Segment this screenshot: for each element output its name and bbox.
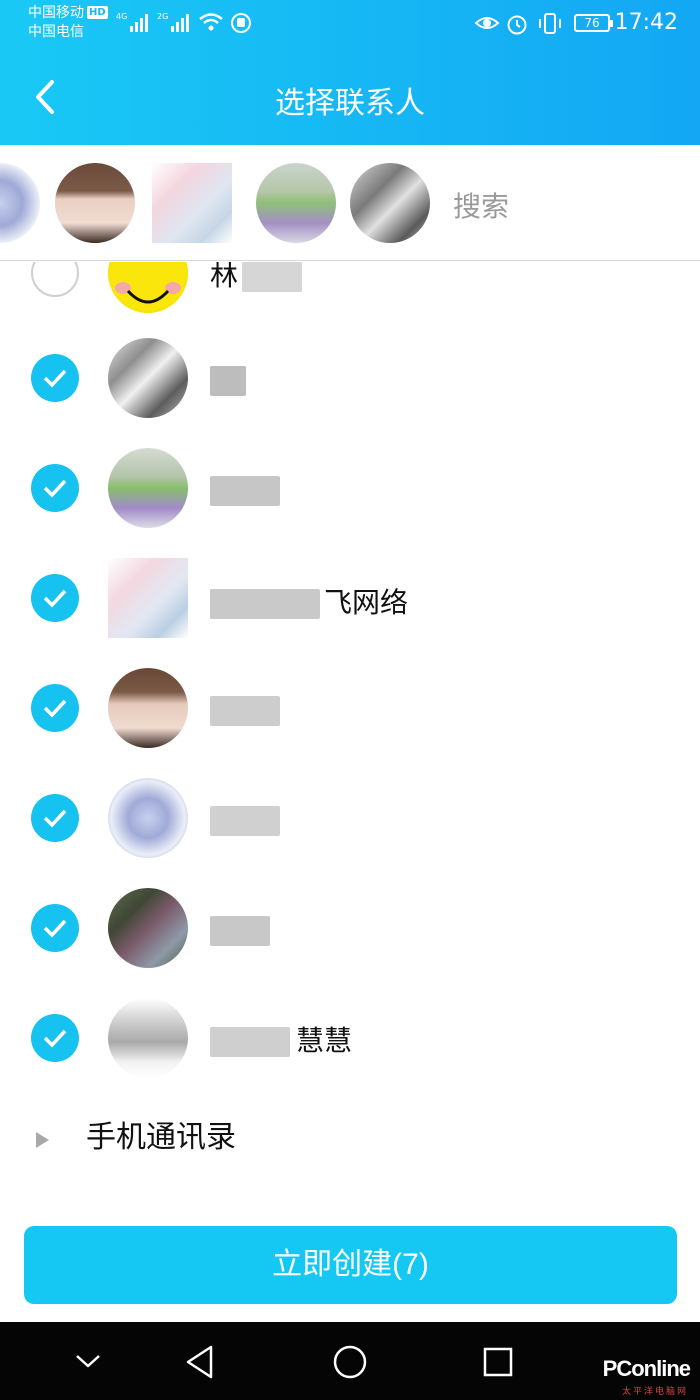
- avatar: [108, 558, 188, 638]
- list-item[interactable]: [0, 433, 700, 543]
- checked-icon[interactable]: [31, 684, 79, 732]
- contact-name: 林: [210, 262, 303, 294]
- svg-text:4G: 4G: [116, 12, 127, 21]
- hand-icon: [231, 13, 251, 33]
- selected-avatar[interactable]: [152, 163, 232, 243]
- avatar: [108, 888, 188, 968]
- avatar: [108, 998, 188, 1078]
- back-nav-icon[interactable]: [183, 1344, 217, 1380]
- checked-icon[interactable]: [31, 574, 79, 622]
- phone-contacts-group[interactable]: 手机通讯录: [0, 1090, 700, 1180]
- eye-icon: [474, 17, 500, 29]
- avatar: [108, 668, 188, 748]
- signal-4g-icon: 4G: [116, 12, 148, 32]
- avatar: [108, 338, 188, 418]
- list-item[interactable]: 飞网络: [0, 543, 700, 653]
- selected-avatar[interactable]: [55, 163, 135, 243]
- avatar: [108, 778, 188, 858]
- checked-icon[interactable]: [31, 794, 79, 842]
- watermark-logo: PConline: [602, 1356, 691, 1381]
- checked-icon[interactable]: [31, 1014, 79, 1062]
- battery-indicator: 76: [574, 14, 613, 32]
- contact-name: [210, 363, 246, 396]
- selected-avatar[interactable]: [350, 163, 430, 243]
- contact-name: [210, 913, 270, 946]
- checked-icon[interactable]: [31, 904, 79, 952]
- watermark-subtitle: 太平洋电脑网: [621, 1387, 688, 1397]
- list-item[interactable]: [0, 763, 700, 873]
- home-nav-icon[interactable]: [332, 1344, 368, 1380]
- status-bar: 中国移动 HD 中国电信 4G 2G 76 17:42: [0, 0, 700, 50]
- avatar: [108, 262, 188, 313]
- contact-name: [210, 693, 280, 726]
- carrier-2: 中国电信: [28, 24, 84, 40]
- list-item[interactable]: 慧慧: [0, 983, 700, 1093]
- search-input[interactable]: 搜索: [453, 185, 509, 225]
- list-item[interactable]: 林: [0, 262, 700, 328]
- status-time: 17:42: [614, 10, 678, 35]
- unchecked-radio-icon[interactable]: [31, 262, 79, 297]
- checked-icon[interactable]: [31, 354, 79, 402]
- contact-name: 飞网络: [210, 581, 408, 621]
- hide-keyboard-icon[interactable]: [72, 1350, 104, 1374]
- selected-contacts-bar: 搜索: [0, 145, 700, 261]
- carrier-1: 中国移动: [28, 5, 84, 21]
- selected-avatar[interactable]: [0, 163, 40, 243]
- list-item[interactable]: [0, 323, 700, 433]
- contact-name: [210, 473, 280, 506]
- page-title: 选择联系人: [275, 86, 425, 121]
- wifi-icon: [199, 13, 223, 31]
- smiley-face-icon: [110, 262, 186, 311]
- title-bar: 选择联系人: [0, 50, 700, 145]
- hd-badge: HD: [87, 6, 108, 19]
- contact-list: 林 飞网络 慧慧: [0, 262, 700, 1222]
- system-navbar: [0, 1322, 700, 1400]
- avatar: [108, 448, 188, 528]
- list-item[interactable]: [0, 653, 700, 763]
- phone-contacts-label: 手机通讯录: [86, 1120, 236, 1155]
- checked-icon[interactable]: [31, 464, 79, 512]
- carrier-info: 中国移动 HD 中国电信: [28, 4, 108, 42]
- expand-arrow-icon[interactable]: [36, 1132, 49, 1148]
- vibrate-icon: [539, 13, 561, 34]
- header: 中国移动 HD 中国电信 4G 2G 76 17:42 选择联系人: [0, 0, 700, 145]
- list-item[interactable]: [0, 873, 700, 983]
- selected-avatar[interactable]: [256, 163, 336, 243]
- recents-nav-icon[interactable]: [482, 1346, 514, 1378]
- create-button[interactable]: 立即创建(7): [24, 1226, 677, 1304]
- contact-name: 慧慧: [210, 1019, 352, 1059]
- contact-name: [210, 803, 280, 836]
- svg-text:2G: 2G: [157, 12, 168, 21]
- alarm-icon: [507, 15, 527, 35]
- signal-2g-icon: 2G: [157, 12, 189, 32]
